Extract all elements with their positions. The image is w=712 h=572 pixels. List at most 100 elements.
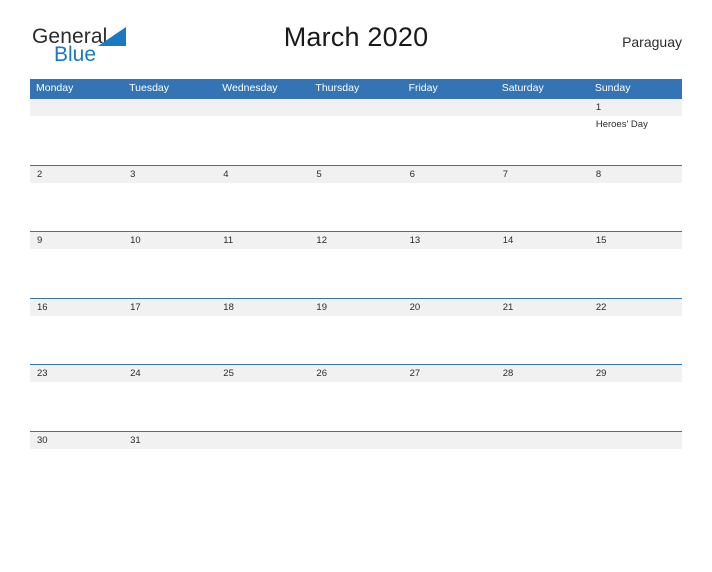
day-cell[interactable] [123, 449, 216, 497]
day-number[interactable]: 23 [30, 365, 123, 382]
day-number[interactable]: 29 [589, 365, 682, 382]
day-number[interactable]: 13 [403, 232, 496, 249]
day-cell[interactable] [309, 249, 402, 297]
day-number[interactable]: 12 [309, 232, 402, 249]
day-cell[interactable] [589, 316, 682, 364]
day-number[interactable] [496, 99, 589, 116]
day-number[interactable]: 21 [496, 299, 589, 316]
day-cell[interactable] [123, 116, 216, 164]
day-cell[interactable] [309, 316, 402, 364]
day-cell[interactable] [403, 316, 496, 364]
day-number[interactable] [216, 99, 309, 116]
day-number[interactable]: 7 [496, 166, 589, 183]
day-cell[interactable] [403, 183, 496, 231]
day-cell[interactable] [589, 183, 682, 231]
week-number-band: 16 17 18 19 20 21 22 [30, 298, 682, 316]
day-number[interactable]: 25 [216, 365, 309, 382]
weekday-header-wednesday: Wednesday [222, 82, 278, 94]
day-number[interactable]: 22 [589, 299, 682, 316]
day-number[interactable] [123, 99, 216, 116]
day-cell[interactable] [30, 382, 123, 430]
week-number-band: 30 31 [30, 431, 682, 449]
day-number[interactable]: 4 [216, 166, 309, 183]
day-cell[interactable] [123, 316, 216, 364]
day-cell[interactable] [123, 183, 216, 231]
day-number[interactable]: 10 [123, 232, 216, 249]
week-number-band: 23 24 25 26 27 28 29 [30, 365, 682, 382]
day-number[interactable]: 3 [123, 166, 216, 183]
weekday-header-monday: Monday [36, 82, 74, 94]
day-number[interactable]: 8 [589, 166, 682, 183]
day-number[interactable]: 30 [30, 432, 123, 449]
day-cell[interactable] [589, 249, 682, 297]
day-cell[interactable] [496, 449, 589, 497]
day-cell[interactable] [309, 449, 402, 497]
day-cell[interactable] [496, 316, 589, 364]
day-cell[interactable] [309, 382, 402, 430]
day-number[interactable] [496, 432, 589, 449]
day-number[interactable] [309, 99, 402, 116]
weekday-header-thursday: Thursday [315, 82, 360, 94]
day-cell[interactable] [589, 382, 682, 430]
day-number[interactable]: 6 [403, 166, 496, 183]
day-cell[interactable] [309, 183, 402, 231]
week-event-band: Heroes' Day [30, 116, 682, 164]
day-cell[interactable] [496, 116, 589, 164]
day-cell[interactable] [403, 449, 496, 497]
week-event-band [30, 249, 682, 297]
day-number[interactable]: 17 [123, 299, 216, 316]
day-cell[interactable] [496, 382, 589, 430]
day-event-label: Heroes' Day [595, 119, 648, 130]
day-cell[interactable] [216, 449, 309, 497]
day-number[interactable]: 18 [216, 299, 309, 316]
day-number[interactable]: 2 [30, 166, 123, 183]
day-cell[interactable] [403, 249, 496, 297]
day-cell[interactable] [216, 316, 309, 364]
week-row: 16 17 18 19 20 21 22 [30, 297, 682, 365]
day-number[interactable]: 15 [589, 232, 682, 249]
day-cell[interactable] [216, 183, 309, 231]
day-cell[interactable] [30, 249, 123, 297]
week-number-band: 1 [30, 99, 682, 116]
weekday-header-row: Monday Tuesday Wednesday Thursday Friday… [30, 79, 682, 98]
day-number[interactable]: 20 [403, 299, 496, 316]
day-cell[interactable]: Heroes' Day [589, 116, 682, 164]
day-number[interactable]: 28 [496, 365, 589, 382]
day-number[interactable]: 24 [123, 365, 216, 382]
page-title: March 2020 [283, 22, 429, 52]
day-number[interactable] [403, 432, 496, 449]
day-cell[interactable] [216, 382, 309, 430]
day-cell[interactable] [30, 316, 123, 364]
day-cell[interactable] [30, 449, 123, 497]
day-cell[interactable] [123, 382, 216, 430]
day-number[interactable]: 19 [309, 299, 402, 316]
day-number[interactable]: 1 [589, 99, 682, 116]
day-cell[interactable] [216, 116, 309, 164]
day-number[interactable]: 31 [123, 432, 216, 449]
week-row: 30 31 [30, 430, 682, 498]
day-cell[interactable] [309, 116, 402, 164]
day-cell[interactable] [589, 449, 682, 497]
day-cell[interactable] [403, 382, 496, 430]
day-cell[interactable] [496, 249, 589, 297]
day-number[interactable]: 26 [309, 365, 402, 382]
day-number[interactable] [589, 432, 682, 449]
week-event-band [30, 316, 682, 364]
day-cell[interactable] [30, 116, 123, 164]
day-number[interactable]: 27 [403, 365, 496, 382]
day-number[interactable] [216, 432, 309, 449]
day-cell[interactable] [123, 249, 216, 297]
day-cell[interactable] [403, 116, 496, 164]
day-number[interactable] [30, 99, 123, 116]
day-cell[interactable] [496, 183, 589, 231]
day-number[interactable]: 16 [30, 299, 123, 316]
day-number[interactable]: 11 [216, 232, 309, 249]
region-label: Paraguay [622, 34, 682, 50]
day-cell[interactable] [30, 183, 123, 231]
day-number[interactable] [309, 432, 402, 449]
day-number[interactable]: 5 [309, 166, 402, 183]
day-cell[interactable] [216, 249, 309, 297]
day-number[interactable]: 14 [496, 232, 589, 249]
day-number[interactable] [403, 99, 496, 116]
day-number[interactable]: 9 [30, 232, 123, 249]
